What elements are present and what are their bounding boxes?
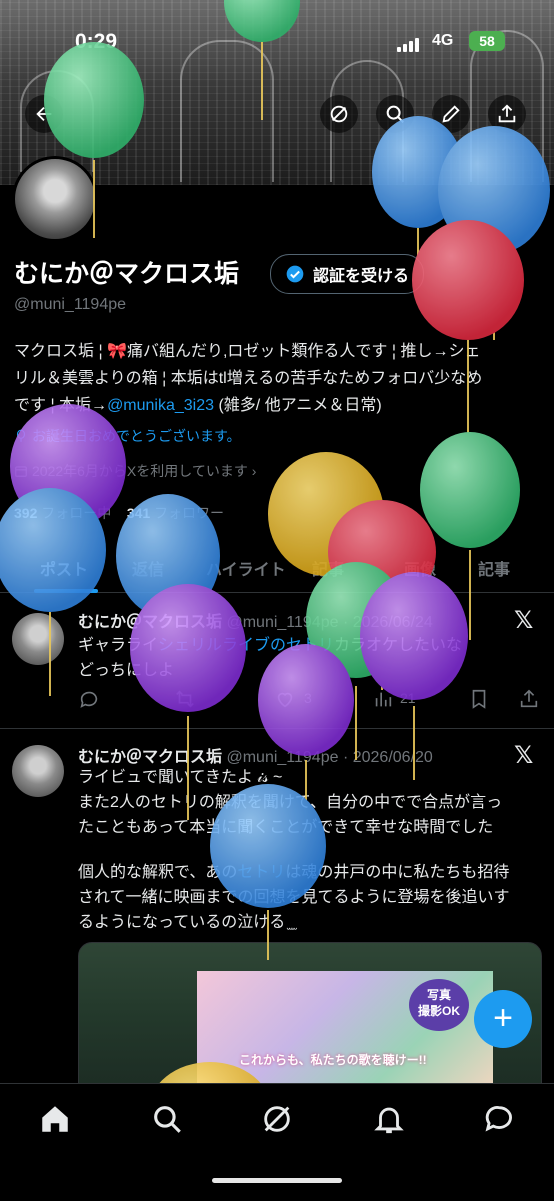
- search-icon: [386, 105, 404, 123]
- calendar-icon: [15, 466, 27, 477]
- plus-icon: +: [493, 999, 513, 1037]
- grok-icon: [330, 105, 348, 123]
- active-tab-indicator: [34, 589, 98, 593]
- media-caption: これからも、私たちの歌を聴けー!!: [239, 1053, 427, 1067]
- x-logo-icon: 𝕏: [514, 607, 534, 634]
- bio-line: リル＆美雲よりの箱 ¦ 本垢はtl増えるの苦手なためフォロバ少なめ: [14, 370, 483, 387]
- bio-mention-link[interactable]: @munika_3i23: [107, 397, 214, 414]
- joined-date: 2022年6月からXを利用しています ›: [14, 461, 256, 481]
- share-icon[interactable]: [518, 688, 540, 710]
- bio-text: (雑多/ 他アニメ＆日常): [214, 397, 382, 414]
- badge-line: 写真: [426, 988, 451, 1002]
- reply-icon[interactable]: [78, 688, 100, 710]
- profile-bio: マクロス垢 ¦ 🎀痛バ組んだり,ロゼット類作る人です ¦ 推し→シェ リル＆美雲…: [14, 338, 544, 419]
- post-header: むにか＠マクロス垢 @muni_1194pe · 2026/06/24: [78, 614, 433, 631]
- post-date: 2026/06/24: [352, 614, 433, 631]
- bio-line: マクロス垢 ¦ 🎀痛バ組んだり,ロゼット類作る人です ¦ 推し→シェ: [14, 343, 481, 360]
- post-author-name[interactable]: むにか＠マクロス垢: [78, 614, 222, 631]
- joined-text: 2022年6月からXを利用しています: [32, 463, 248, 479]
- post-date: 2026/06/20: [352, 749, 433, 766]
- grok-button[interactable]: [320, 95, 358, 133]
- grok-icon[interactable]: [260, 1102, 294, 1136]
- signal-icon: [397, 34, 421, 52]
- tab-posts[interactable]: ポスト: [40, 556, 88, 580]
- post-text-span: は魂の井戸の中に私たちも招待: [285, 864, 510, 881]
- verify-button[interactable]: 認証を受ける: [270, 254, 425, 294]
- like-count: 3: [304, 690, 312, 706]
- birthday-message: お誕生日おめでとうございます。: [14, 426, 241, 446]
- search-icon[interactable]: [150, 1102, 184, 1136]
- post-text-line: どっちにしよ: [78, 662, 175, 679]
- edit-button[interactable]: [432, 95, 470, 133]
- home-indicator: [212, 1178, 342, 1183]
- following-link[interactable]: 392 フォロー中: [14, 505, 111, 521]
- post-text[interactable]: ライビュで聞いてきたよ 𝒾𝓈 ~ また2人のセトリの解釈を聞けて、自分の中でで合…: [78, 765, 538, 935]
- post-divider: [0, 728, 554, 729]
- post-media-image[interactable]: 写真 撮影OK これからも、私たちの歌を聴けー!!: [78, 942, 542, 1104]
- battery-indicator: 58: [469, 31, 505, 51]
- post-author-handle: @muni_1194pe: [226, 749, 339, 766]
- post-author-handle: @muni_1194pe: [226, 614, 339, 631]
- bottom-navigation: [0, 1083, 554, 1201]
- back-button[interactable]: [25, 95, 63, 133]
- pencil-icon: [442, 105, 460, 123]
- balloon-icon: [16, 429, 26, 442]
- tab-articles[interactable]: 記事: [312, 556, 344, 580]
- status-time: 0:29: [75, 30, 118, 53]
- home-icon[interactable]: [38, 1102, 72, 1136]
- tab-media[interactable]: 画像: [404, 556, 436, 580]
- like-icon[interactable]: [274, 688, 296, 710]
- tab-replies[interactable]: 返信: [132, 556, 164, 580]
- bio-line: です ¦ 本垢→@munika_3i23 (雑多/ 他アニメ＆日常): [14, 392, 544, 419]
- followers-link[interactable]: 341 フォロワー: [127, 505, 224, 521]
- search-button[interactable]: [376, 95, 414, 133]
- photo-ok-badge: 写真 撮影OK: [409, 979, 469, 1031]
- following-label: フォロー中: [41, 505, 112, 521]
- post-text-line: また2人のセトリの解釈を聞けて、自分の中でで合点が言っ: [78, 794, 503, 811]
- followers-count: 341: [126, 505, 151, 521]
- post-header: むにか＠マクロス垢 @muni_1194pe · 2026/06/20: [78, 749, 433, 766]
- following-count: 392: [14, 505, 38, 521]
- profile-name: むにか＠マクロス垢: [14, 260, 240, 288]
- tab-highlights[interactable]: ハイライト: [206, 556, 286, 580]
- verify-label: 認証を受ける: [313, 268, 410, 285]
- post-text-span: ギャラライ: [78, 637, 159, 654]
- bio-text: です ¦ 本垢→: [14, 397, 108, 414]
- post-actions: 3 21: [78, 688, 540, 712]
- follow-stats: 392 フォロー中 341 フォロワー: [14, 503, 224, 523]
- compose-button[interactable]: +: [474, 990, 532, 1048]
- post-text-line: たこともあって本当に聞くことができて幸せな時間でした: [78, 819, 494, 836]
- balloon-green: [420, 432, 520, 640]
- repost-icon[interactable]: [174, 688, 196, 710]
- share-button[interactable]: [488, 95, 526, 133]
- bookmark-icon[interactable]: [468, 688, 490, 710]
- messages-icon[interactable]: [482, 1102, 516, 1136]
- tab-articles-2[interactable]: 記事: [478, 556, 510, 580]
- profile-handle: @muni_1194pe: [14, 296, 127, 313]
- post-text-line: されて一緒に映画までの回想を見てるように登場を後追いす: [78, 889, 510, 906]
- network-type: 4G: [432, 32, 454, 49]
- post-text[interactable]: ギャラライシェリルライブのセトリカラオケしたいな どっちにしよ: [78, 633, 538, 683]
- view-count: 21: [400, 690, 416, 706]
- back-arrow-icon: [36, 106, 52, 122]
- post-text-span: 個人的な解釈で、あの: [78, 864, 238, 881]
- badge-line: 撮影OK: [417, 1004, 460, 1018]
- post-avatar[interactable]: [12, 613, 64, 665]
- share-icon: [498, 104, 516, 123]
- verified-badge-icon: [286, 265, 304, 283]
- post-text-line: るようになっているの泣ける ̫ ̫: [78, 914, 295, 931]
- notifications-icon[interactable]: [372, 1102, 406, 1136]
- post-avatar[interactable]: [12, 745, 64, 797]
- birthday-text: お誕生日おめでとうございます。: [32, 428, 241, 444]
- status-bar: 0:29 4G 58: [0, 0, 554, 60]
- post-text-highlight: セトリ: [237, 864, 286, 881]
- post-text-line: ライビュで聞いてきたよ 𝒾𝓈 ~: [78, 769, 283, 786]
- profile-avatar[interactable]: [12, 156, 98, 242]
- followers-label: フォロワー: [154, 505, 225, 521]
- post-author-name[interactable]: むにか＠マクロス垢: [78, 749, 222, 766]
- post-text-highlight: シェリルライブのセトリ: [158, 637, 335, 654]
- post-text-span: カラオケしたいな: [334, 637, 463, 654]
- views-icon[interactable]: [372, 688, 394, 710]
- profile-tabs: ポスト 返信 ハイライト 記事 画像 記事: [0, 540, 554, 593]
